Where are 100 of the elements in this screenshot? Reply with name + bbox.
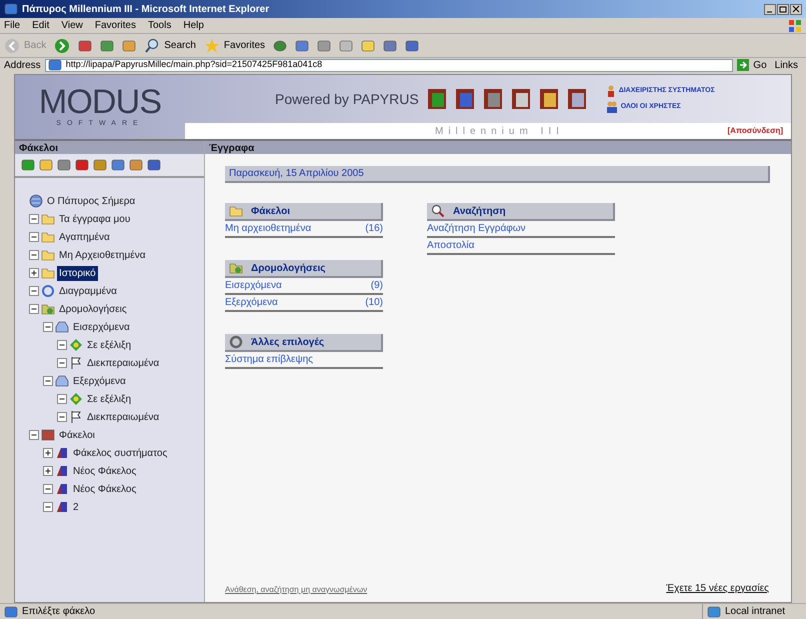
section-title: Φάκελοι <box>251 204 290 218</box>
tree-item[interactable]: Ιστορικό <box>57 266 98 280</box>
search-button[interactable]: Search <box>144 38 196 54</box>
section-title: Αναζήτηση <box>453 204 506 218</box>
collapse-icon[interactable] <box>29 250 39 260</box>
go-button[interactable]: Go <box>737 58 767 72</box>
collapse-icon[interactable] <box>29 214 39 224</box>
section-title: Δρομολογήσεις <box>251 262 326 276</box>
zone-label: Local intranet <box>725 605 786 619</box>
address-field[interactable]: http://lipapa/PapyrusMillec/main.php?sid=21507425F981a041c8 <box>44 58 734 72</box>
collapse-icon[interactable] <box>29 430 39 440</box>
diamond-icon <box>69 338 83 352</box>
tree-item[interactable]: Φάκελοι <box>57 428 97 442</box>
people-icon <box>606 101 617 113</box>
person-icon <box>606 85 615 97</box>
links-button[interactable]: Links <box>770 58 802 72</box>
tree-item[interactable]: Νέος Φάκελος <box>71 464 138 478</box>
collapse-icon[interactable] <box>57 358 67 368</box>
menu-item[interactable]: Edit <box>32 18 50 33</box>
flag-icon <box>69 410 83 424</box>
expand-icon[interactable] <box>43 448 53 458</box>
tool-icon <box>111 158 125 172</box>
section-link[interactable]: Μη αρχειοθετημένα <box>225 221 312 236</box>
footer-link[interactable]: Ανάθεση, αναζήτηση μη αναγνωσμένων <box>225 584 368 596</box>
tree-item[interactable]: Αγαπημένα <box>57 230 112 244</box>
module-icon[interactable] <box>454 88 475 110</box>
section-link[interactable]: Σύστημα επίβλεψης <box>225 352 313 367</box>
panel-header: Έγγραφα <box>205 141 791 154</box>
collapse-icon[interactable] <box>29 286 39 296</box>
binder-icon <box>55 482 69 496</box>
collapse-icon[interactable] <box>57 412 67 422</box>
collapse-icon[interactable] <box>43 502 53 512</box>
collapse-icon[interactable] <box>57 394 67 404</box>
collapse-icon[interactable] <box>57 340 67 350</box>
binder-icon <box>55 500 69 514</box>
folder-icon <box>41 302 55 316</box>
folder-icon <box>41 266 55 280</box>
globe-icon <box>29 194 43 208</box>
section-link[interactable]: Αναζήτηση Εγγράφων <box>427 221 526 236</box>
tasks-link[interactable]: Έχετε 15 νέες εργασίες <box>666 581 769 596</box>
panel-header: Φάκελοι <box>15 141 204 154</box>
tree-item[interactable]: Διαγραμμένα <box>57 284 119 298</box>
folder-icon <box>41 248 55 262</box>
module-icon[interactable] <box>510 88 531 110</box>
search-icon <box>144 38 160 54</box>
module-icon[interactable] <box>566 88 587 110</box>
tree-item[interactable]: Μη Αρχειοθετημένα <box>57 248 148 262</box>
gear-icon <box>229 335 243 349</box>
tree-item[interactable]: Εισερχόμενα <box>71 320 132 334</box>
collapse-icon[interactable] <box>43 484 53 494</box>
section-link[interactable]: Εισερχόμενα <box>225 278 282 293</box>
tool-icon <box>39 158 53 172</box>
powered-by-text: Powered by PAPYRUS <box>275 90 419 109</box>
tree-item[interactable]: Σε εξέλιξη <box>85 338 134 352</box>
search-icon <box>431 204 445 218</box>
logout-link[interactable]: [Αποσύνδεση] <box>728 125 783 137</box>
collapse-icon[interactable] <box>43 376 53 386</box>
collapse-icon[interactable] <box>29 304 39 314</box>
windows-logo-icon <box>788 18 802 32</box>
menu-item[interactable]: Help <box>183 18 204 33</box>
tree-item[interactable]: Σε εξέλιξη <box>85 392 134 406</box>
tool-icon <box>129 158 143 172</box>
go-arrow-icon <box>737 59 750 71</box>
maximize-button[interactable] <box>777 4 789 14</box>
count-label: (10) <box>365 296 383 310</box>
folder-icon <box>41 212 55 226</box>
tree-item[interactable]: Διεκπεραιωμένα <box>85 356 162 370</box>
tool-icon <box>147 158 161 172</box>
section-title: Άλλες επιλογές <box>251 336 324 350</box>
expand-icon[interactable] <box>43 466 53 476</box>
tree-item[interactable]: Τα έγγραφα μου <box>57 212 132 226</box>
menu-item[interactable]: Tools <box>148 18 172 33</box>
tree-item[interactable]: Διεκπεραιωμένα <box>85 410 162 424</box>
collapse-icon[interactable] <box>29 232 39 242</box>
flag-icon <box>69 356 83 370</box>
expand-icon[interactable] <box>29 268 39 278</box>
tree-item[interactable]: Εξερχόμενα <box>71 374 128 388</box>
tray-icon <box>55 374 69 388</box>
folder-icon <box>229 261 243 275</box>
module-icon[interactable] <box>538 88 559 110</box>
tree-item[interactable]: 2 <box>71 500 81 514</box>
minimize-button[interactable] <box>764 4 776 14</box>
tree-item[interactable]: Νέος Φάκελος <box>71 482 138 496</box>
date-bar: Παρασκευή, 15 Απριλίου 2005 <box>225 166 770 183</box>
module-icon[interactable] <box>482 88 503 110</box>
tree-item[interactable]: Φάκελος συστήματος <box>71 446 170 460</box>
section-link[interactable]: Εξερχόμενα <box>225 295 278 310</box>
menu-item[interactable]: View <box>61 18 83 33</box>
tool-icon <box>75 158 89 172</box>
close-button[interactable] <box>790 4 802 14</box>
tree-item[interactable]: Δρομολογήσεις <box>57 302 129 316</box>
tree-item[interactable]: Ο Πάπυρος Σήμερα <box>45 194 138 208</box>
module-icon[interactable] <box>426 88 447 110</box>
collapse-icon[interactable] <box>43 322 53 332</box>
favorites-button[interactable]: Favorites <box>204 38 266 54</box>
menu-item[interactable]: Favorites <box>94 18 136 33</box>
menu-item[interactable]: File <box>4 18 20 33</box>
count-label: (16) <box>365 222 383 236</box>
section-link[interactable]: Αποστολία <box>427 238 474 253</box>
status-text: Επιλέξτε φάκελο <box>22 605 96 619</box>
